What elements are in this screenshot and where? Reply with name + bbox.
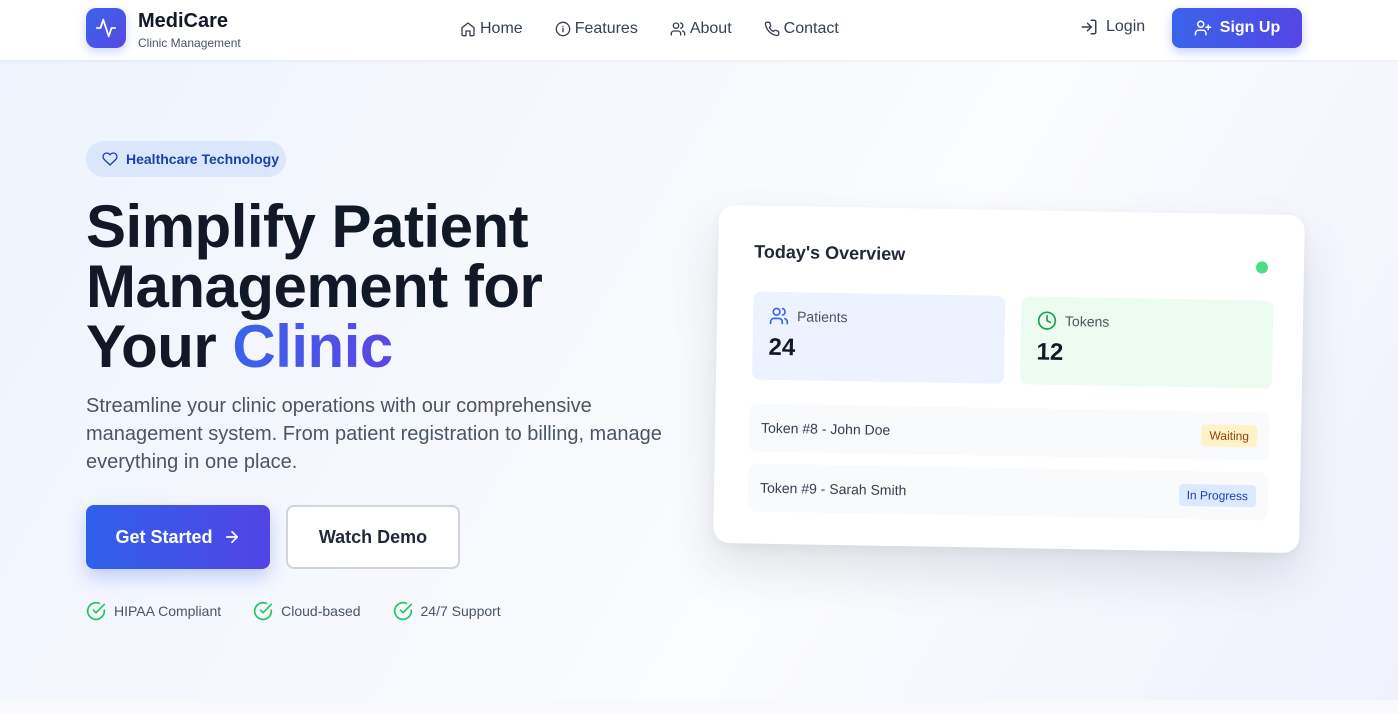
nav-home[interactable]: Home [460, 20, 523, 38]
queue-row-text: Token #8 - John Doe [760, 419, 891, 438]
overview-card-body: Today's Overview Patients 24 Tokens 12 T… [713, 204, 1305, 554]
tokens-stat-value: 12 [1036, 338, 1064, 366]
section-divider [0, 700, 1398, 714]
brand-name[interactable]: MediCare [138, 10, 228, 33]
nav-about-label: About [689, 20, 732, 37]
login-icon [1081, 19, 1097, 35]
clock-icon [1037, 311, 1057, 330]
feature-label: 24/7 Support [420, 603, 501, 619]
home-icon [461, 22, 475, 37]
nav-about[interactable]: About [670, 20, 732, 38]
check-circle-icon [393, 601, 412, 621]
arrow-right-icon [225, 530, 238, 544]
hero-description: Streamline your clinic operations with o… [86, 395, 662, 473]
nav-home-label: Home [480, 20, 523, 37]
user-plus-icon [1194, 20, 1212, 36]
status-badge: In Progress [1178, 483, 1257, 508]
nav-contact-label: Contact [783, 20, 839, 37]
heart-icon [102, 152, 118, 166]
activity-icon [95, 18, 117, 38]
login-label: Login [1106, 18, 1146, 35]
patients-stat-label: Patients [796, 308, 848, 326]
queue-row: Token #8 - John Doe Waiting [748, 403, 1270, 461]
hero-title-line1: Simplify Patient [86, 193, 529, 260]
tokens-stat-label: Tokens [1064, 312, 1110, 330]
feature-list: HIPAA Compliant Cloud-based 24/7 Support [86, 600, 501, 622]
nav-features[interactable]: Features [555, 20, 638, 38]
feature-item: HIPAA Compliant [86, 601, 221, 621]
main-nav: Home Features About Contact [460, 18, 839, 40]
feature-label: Cloud-based [281, 603, 361, 619]
patients-stat-header: Patients [769, 306, 989, 330]
feature-item: Cloud-based [253, 601, 361, 621]
patients-stat: Patients 24 [751, 291, 1006, 384]
overview-card: Today's Overview Patients 24 Tokens 12 T… [713, 204, 1305, 554]
login-button[interactable]: Login [1080, 18, 1145, 36]
queue-row: Token #9 - Sarah Smith In Progress [747, 463, 1269, 521]
signup-label: Sign Up [1219, 19, 1281, 36]
get-started-button[interactable]: Get Started [86, 505, 270, 569]
users-icon [670, 22, 686, 36]
check-circle-icon [253, 601, 273, 621]
signup-button[interactable]: Sign Up [1172, 8, 1302, 48]
category-tag-label: Healthcare Technology [126, 151, 280, 167]
hero-title-line3: Your [86, 313, 217, 380]
tokens-stat: Tokens 12 [1019, 296, 1274, 389]
get-started-label: Get Started [115, 526, 213, 547]
logo[interactable] [86, 8, 126, 48]
status-badge: Waiting [1201, 424, 1258, 448]
nav-features-label: Features [574, 20, 638, 37]
brand-subtitle: Clinic Management [138, 36, 241, 50]
hero-title-line2: Management for [86, 253, 543, 320]
hero-title: Simplify Patient Management for Your Cli… [86, 197, 706, 377]
info-icon [555, 21, 571, 37]
status-indicator [1255, 261, 1269, 274]
hero-title-accent: Clinic [232, 313, 393, 380]
tokens-stat-header: Tokens [1037, 310, 1257, 334]
phone-icon [764, 21, 779, 37]
top-header: MediCare Clinic Management Home Features… [0, 0, 1398, 60]
nav-contact[interactable]: Contact [764, 20, 839, 38]
users-icon [769, 307, 789, 325]
feature-item: 24/7 Support [393, 601, 501, 621]
patients-stat-value: 24 [768, 333, 796, 362]
queue-row-text: Token #9 - Sarah Smith [759, 479, 907, 499]
watch-demo-label: Watch Demo [318, 526, 428, 547]
category-tag: Healthcare Technology [86, 141, 286, 177]
feature-label: HIPAA Compliant [114, 603, 222, 619]
watch-demo-button[interactable]: Watch Demo [286, 505, 460, 569]
overview-title: Today's Overview [754, 241, 906, 265]
check-circle-icon [86, 601, 106, 621]
